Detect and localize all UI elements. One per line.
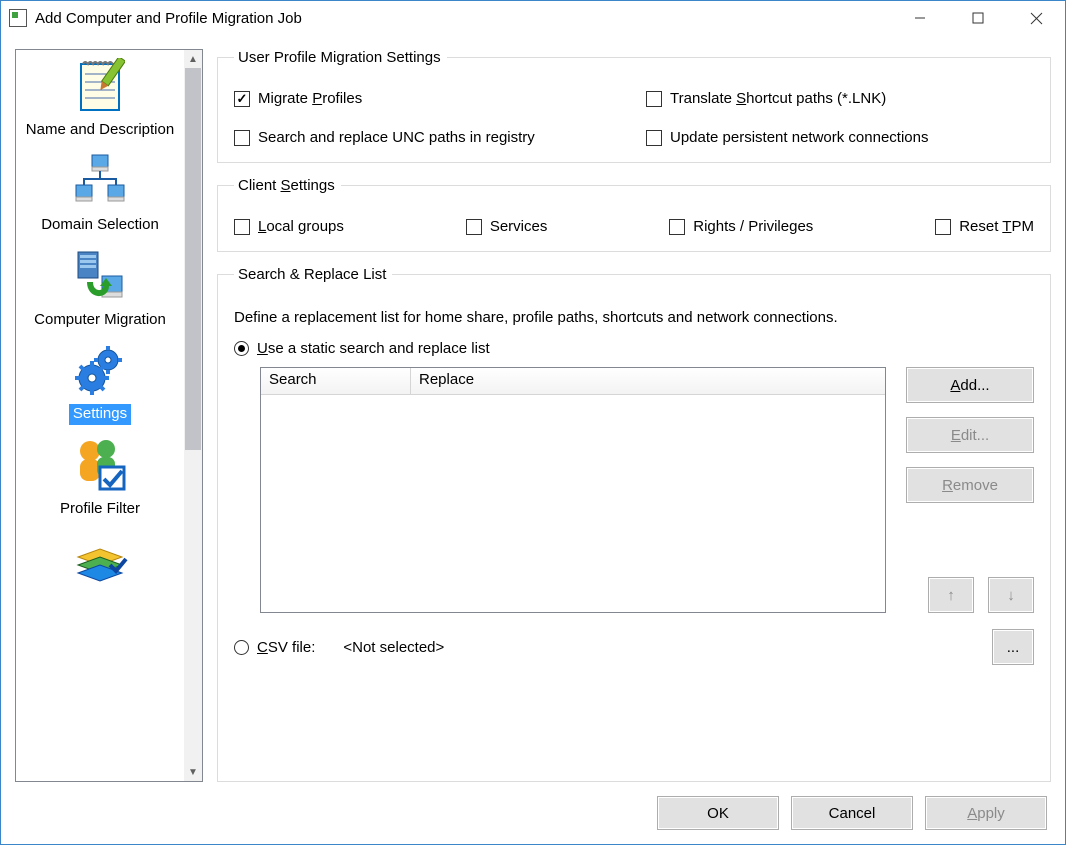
dialog-footer: OK Cancel Apply (1, 782, 1065, 844)
checkbox-icon (669, 219, 685, 235)
column-header-replace[interactable]: Replace (411, 368, 885, 394)
checkbox-icon (935, 219, 951, 235)
checkbox-label: Reset TPM (959, 218, 1034, 235)
move-down-button[interactable]: ↓ (988, 577, 1034, 613)
radio-icon (234, 341, 249, 356)
apply-button[interactable]: Apply (925, 796, 1047, 830)
sidebar-item-settings[interactable]: Settings (18, 340, 182, 425)
table-body[interactable] (261, 395, 885, 612)
close-icon (1030, 12, 1043, 25)
server-migrate-icon (68, 246, 132, 306)
maximize-button[interactable] (949, 1, 1007, 35)
sidebar-item-next-partial[interactable] (18, 530, 182, 580)
remove-button[interactable]: Remove (906, 467, 1034, 503)
checkbox-icon (234, 219, 250, 235)
window-title: Add Computer and Profile Migration Job (35, 10, 302, 27)
checkbox-label: Update persistent network connections (670, 129, 928, 146)
checkbox-label: Migrate Profiles (258, 90, 362, 107)
search-replace-table[interactable]: Search Replace (260, 367, 886, 613)
minimize-icon (914, 12, 926, 24)
checkbox-icon (646, 130, 662, 146)
edit-button[interactable]: Edit... (906, 417, 1034, 453)
sidebar-item-label: Name and Description (22, 120, 178, 141)
group-client-settings: Client Settings Local groups Services (217, 177, 1051, 252)
checkbox-reset-tpm[interactable]: Reset TPM (935, 218, 1034, 235)
radio-static-list[interactable]: Use a static search and replace list (234, 340, 1034, 357)
titlebar: Add Computer and Profile Migration Job (1, 1, 1065, 35)
browse-csv-button[interactable]: ... (992, 629, 1034, 665)
group-legend: Search & Replace List (234, 266, 392, 283)
cancel-button[interactable]: Cancel (791, 796, 913, 830)
checkbox-search-replace-unc[interactable]: Search and replace UNC paths in registry (234, 129, 622, 146)
sidebar-item-name-description[interactable]: Name and Description (18, 56, 182, 141)
sidebar-item-profile-filter[interactable]: Profile Filter (18, 435, 182, 520)
network-icon (68, 151, 132, 211)
checkbox-icon (466, 219, 482, 235)
ok-button[interactable]: OK (657, 796, 779, 830)
sidebar-item-computer-migration[interactable]: Computer Migration (18, 246, 182, 331)
radio-label: Use a static search and replace list (257, 340, 490, 357)
scroll-thumb[interactable] (185, 68, 201, 450)
group-user-profile-migration: User Profile Migration Settings Migrate … (217, 49, 1051, 163)
radio-csv-file[interactable]: CSV file: (234, 639, 315, 656)
checkbox-label: Services (490, 218, 548, 235)
arrow-up-icon: ↑ (947, 587, 955, 604)
checkbox-icon (646, 91, 662, 107)
search-replace-description: Define a replacement list for home share… (234, 309, 1034, 326)
checkbox-update-persistent[interactable]: Update persistent network connections (646, 129, 1034, 146)
checkbox-label: Translate Shortcut paths (*.LNK) (670, 90, 886, 107)
scroll-track[interactable] (184, 68, 202, 763)
checkbox-icon (234, 130, 250, 146)
checkbox-services[interactable]: Services (466, 218, 548, 235)
scroll-up-button[interactable]: ▲ (184, 50, 202, 68)
wizard-sidebar: Name and Description (15, 49, 203, 782)
checkbox-rights-privileges[interactable]: Rights / Privileges (669, 218, 813, 235)
radio-icon (234, 640, 249, 655)
sidebar-item-label: Profile Filter (56, 499, 144, 520)
checkbox-label: Rights / Privileges (693, 218, 813, 235)
sidebar-item-label: Computer Migration (30, 310, 170, 331)
books-icon (68, 530, 132, 580)
move-up-button[interactable]: ↑ (928, 577, 974, 613)
sidebar-item-label: Settings (69, 404, 131, 425)
minimize-button[interactable] (891, 1, 949, 35)
scroll-down-button[interactable]: ▼ (184, 763, 202, 781)
close-button[interactable] (1007, 1, 1065, 35)
profiles-filter-icon (68, 435, 132, 495)
maximize-icon (972, 12, 984, 24)
group-legend: Client Settings (234, 177, 341, 194)
group-legend: User Profile Migration Settings (234, 49, 447, 66)
app-icon (9, 9, 27, 27)
gears-icon (68, 340, 132, 400)
checkbox-icon (234, 91, 250, 107)
notepad-icon (68, 56, 132, 116)
radio-label: CSV file: (257, 639, 315, 656)
dialog-window: Add Computer and Profile Migration Job (0, 0, 1066, 845)
table-header: Search Replace (261, 368, 885, 395)
add-button[interactable]: Add... (906, 367, 1034, 403)
checkbox-local-groups[interactable]: Local groups (234, 218, 344, 235)
column-header-search[interactable]: Search (261, 368, 411, 394)
checkbox-label: Search and replace UNC paths in registry (258, 129, 535, 146)
sidebar-scrollbar[interactable]: ▲ ▼ (184, 50, 202, 781)
arrow-down-icon: ↓ (1007, 587, 1015, 604)
checkbox-translate-shortcut[interactable]: Translate Shortcut paths (*.LNK) (646, 90, 1034, 107)
group-search-replace-list: Search & Replace List Define a replaceme… (217, 266, 1051, 782)
checkbox-label: Local groups (258, 218, 344, 235)
window-controls (891, 1, 1065, 35)
csv-path-value: <Not selected> (343, 639, 444, 656)
checkbox-migrate-profiles[interactable]: Migrate Profiles (234, 90, 622, 107)
sidebar-item-domain-selection[interactable]: Domain Selection (18, 151, 182, 236)
sidebar-item-label: Domain Selection (37, 215, 163, 236)
